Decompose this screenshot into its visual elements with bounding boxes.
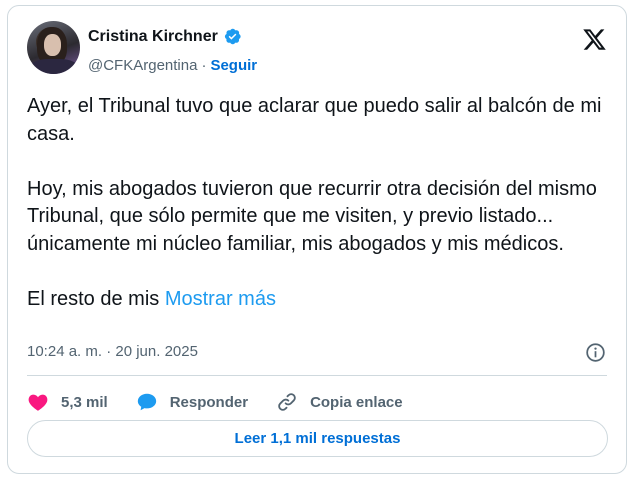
verified-badge-icon: [224, 28, 241, 45]
separator-dot: ·: [201, 57, 207, 74]
action-bar: 5,3 mil Responder Copia enlace: [27, 387, 431, 417]
copy-link-button[interactable]: Copia enlace: [276, 391, 403, 413]
heart-icon: [28, 394, 48, 411]
like-button[interactable]: 5,3 mil: [27, 391, 108, 413]
tweet-paragraph-3: El resto de mis Mostrar más: [27, 286, 617, 314]
reply-label: Responder: [169, 393, 249, 411]
info-icon[interactable]: [585, 342, 606, 363]
tweet-paragraph-3-text: El resto de mis: [27, 287, 160, 310]
handle-row: @CFKArgentina · Seguir: [88, 57, 257, 74]
author-name-row: Cristina Kirchner: [88, 27, 242, 46]
avatar[interactable]: [27, 21, 80, 74]
read-replies-button[interactable]: Leer 1,1 mil respuestas: [27, 420, 608, 457]
reply-bubble-icon: [137, 393, 156, 411]
tweet-timestamp[interactable]: 10:24 a. m. · 20 jun. 2025: [27, 343, 198, 360]
tweet-card: Cristina Kirchner @CFKArgentina · Seguir…: [7, 5, 627, 474]
like-count: 5,3 mil: [61, 393, 108, 411]
x-logo-icon[interactable]: [581, 27, 608, 52]
link-icon: [278, 393, 296, 411]
author-name[interactable]: Cristina Kirchner: [88, 28, 218, 46]
divider: [27, 375, 607, 376]
tweet-paragraph-1: Ayer, el Tribunal tuvo que aclarar que p…: [27, 95, 602, 145]
author-handle[interactable]: @CFKArgentina: [88, 57, 197, 74]
copy-link-label: Copia enlace: [310, 393, 403, 411]
tweet-text: Ayer, el Tribunal tuvo que aclarar que p…: [27, 93, 617, 313]
reply-button[interactable]: Responder: [136, 391, 248, 413]
tweet-paragraph-2: Hoy, mis abogados tuvieron que recurrir …: [27, 177, 597, 255]
follow-button[interactable]: Seguir: [210, 57, 257, 74]
avatar-body: [29, 59, 79, 74]
avatar-face: [44, 34, 61, 56]
show-more-link[interactable]: Mostrar más: [165, 288, 276, 310]
